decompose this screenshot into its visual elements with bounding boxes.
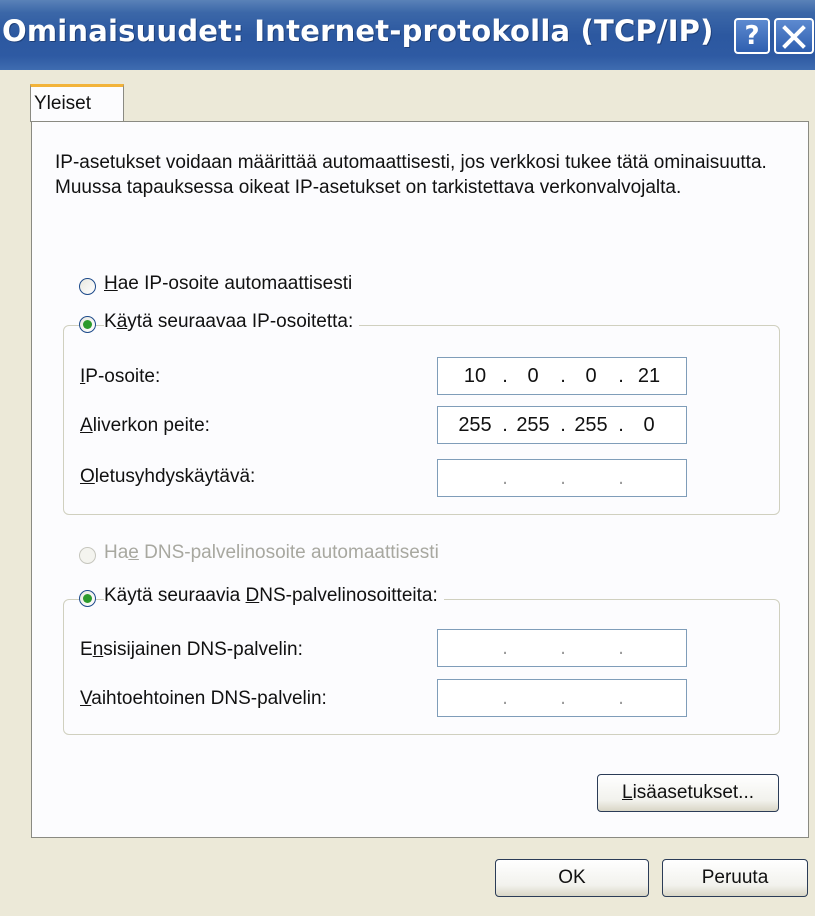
octet-dot: . — [560, 365, 566, 387]
help-icon: ? — [744, 21, 760, 51]
close-button[interactable] — [774, 18, 814, 54]
dns-auto-label[interactable]: Hae DNS-palvelinosoite automaattisesti — [104, 542, 439, 564]
ip-manual-label[interactable]: Käytä seuraavaa IP-osoitetta: — [104, 311, 360, 333]
dns-manual-radio[interactable] — [79, 590, 96, 607]
dns-manual-label[interactable]: Käytä seuraavia DNS-palvelinosoitteita: — [104, 585, 444, 607]
alternate-dns-label: Vaihtoehtoinen DNS-palvelin: — [80, 688, 327, 710]
ip-address-octet-1[interactable]: 10 — [452, 365, 498, 388]
octet-dot: . — [618, 365, 624, 387]
ip-auto-label[interactable]: Hae IP-osoite automaattisesti — [104, 273, 353, 295]
advanced-button[interactable]: Lisäasetukset... — [597, 774, 779, 812]
tab-general[interactable]: Yleiset — [30, 84, 124, 122]
tab-general-label: Yleiset — [34, 93, 92, 114]
octet-dot: . — [502, 687, 508, 709]
octet-dot: . — [502, 467, 508, 489]
octet-dot: . — [560, 467, 566, 489]
help-button[interactable]: ? — [734, 18, 770, 54]
ok-button[interactable]: OK — [495, 859, 649, 897]
subnet-octet-2[interactable]: 255 — [510, 414, 556, 437]
octet-dot: . — [560, 687, 566, 709]
subnet-mask-field[interactable]: 255 . 255 . 255 . 0 — [437, 406, 687, 444]
dialog-window: Ominaisuudet: Internet-protokolla (TCP/I… — [0, 0, 815, 916]
subnet-octet-1[interactable]: 255 — [452, 414, 498, 437]
octet-dot: . — [618, 637, 624, 659]
intro-text: IP-asetukset voidaan määrittää automaatt… — [55, 152, 767, 198]
octet-dot: . — [502, 637, 508, 659]
preferred-dns-label: Ensisijainen DNS-palvelin: — [80, 639, 303, 661]
octet-dot: . — [502, 414, 508, 436]
ip-manual-radio[interactable] — [79, 316, 96, 333]
ip-auto-radio[interactable] — [79, 278, 96, 295]
title-bar[interactable]: Ominaisuudet: Internet-protokolla (TCP/I… — [0, 0, 815, 70]
ip-address-field[interactable]: 10 . 0 . 0 . 21 — [437, 357, 687, 395]
default-gateway-field[interactable]: . . . — [437, 459, 687, 497]
default-gateway-label: Oletusyhdyskäytävä: — [80, 466, 256, 488]
octet-dot: . — [560, 414, 566, 436]
ip-address-octet-2[interactable]: 0 — [510, 365, 556, 388]
ip-address-label: IP-osoite: — [80, 366, 161, 388]
subnet-mask-label: Aliverkon peite: — [80, 415, 210, 437]
window-title: Ominaisuudet: Internet-protokolla (TCP/I… — [2, 14, 714, 48]
subnet-octet-4[interactable]: 0 — [626, 414, 672, 437]
dns-auto-radio[interactable] — [79, 547, 96, 564]
octet-dot: . — [618, 414, 624, 436]
octet-dot: . — [618, 687, 624, 709]
close-icon — [782, 25, 806, 49]
octet-dot: . — [560, 637, 566, 659]
preferred-dns-field[interactable]: . . . — [437, 629, 687, 667]
alternate-dns-field[interactable]: . . . — [437, 679, 687, 717]
subnet-octet-3[interactable]: 255 — [568, 414, 614, 437]
octet-dot: . — [502, 365, 508, 387]
ip-address-octet-4[interactable]: 21 — [626, 365, 672, 388]
ip-address-octet-3[interactable]: 0 — [568, 365, 614, 388]
octet-dot: . — [618, 467, 624, 489]
cancel-button[interactable]: Peruuta — [662, 859, 808, 897]
